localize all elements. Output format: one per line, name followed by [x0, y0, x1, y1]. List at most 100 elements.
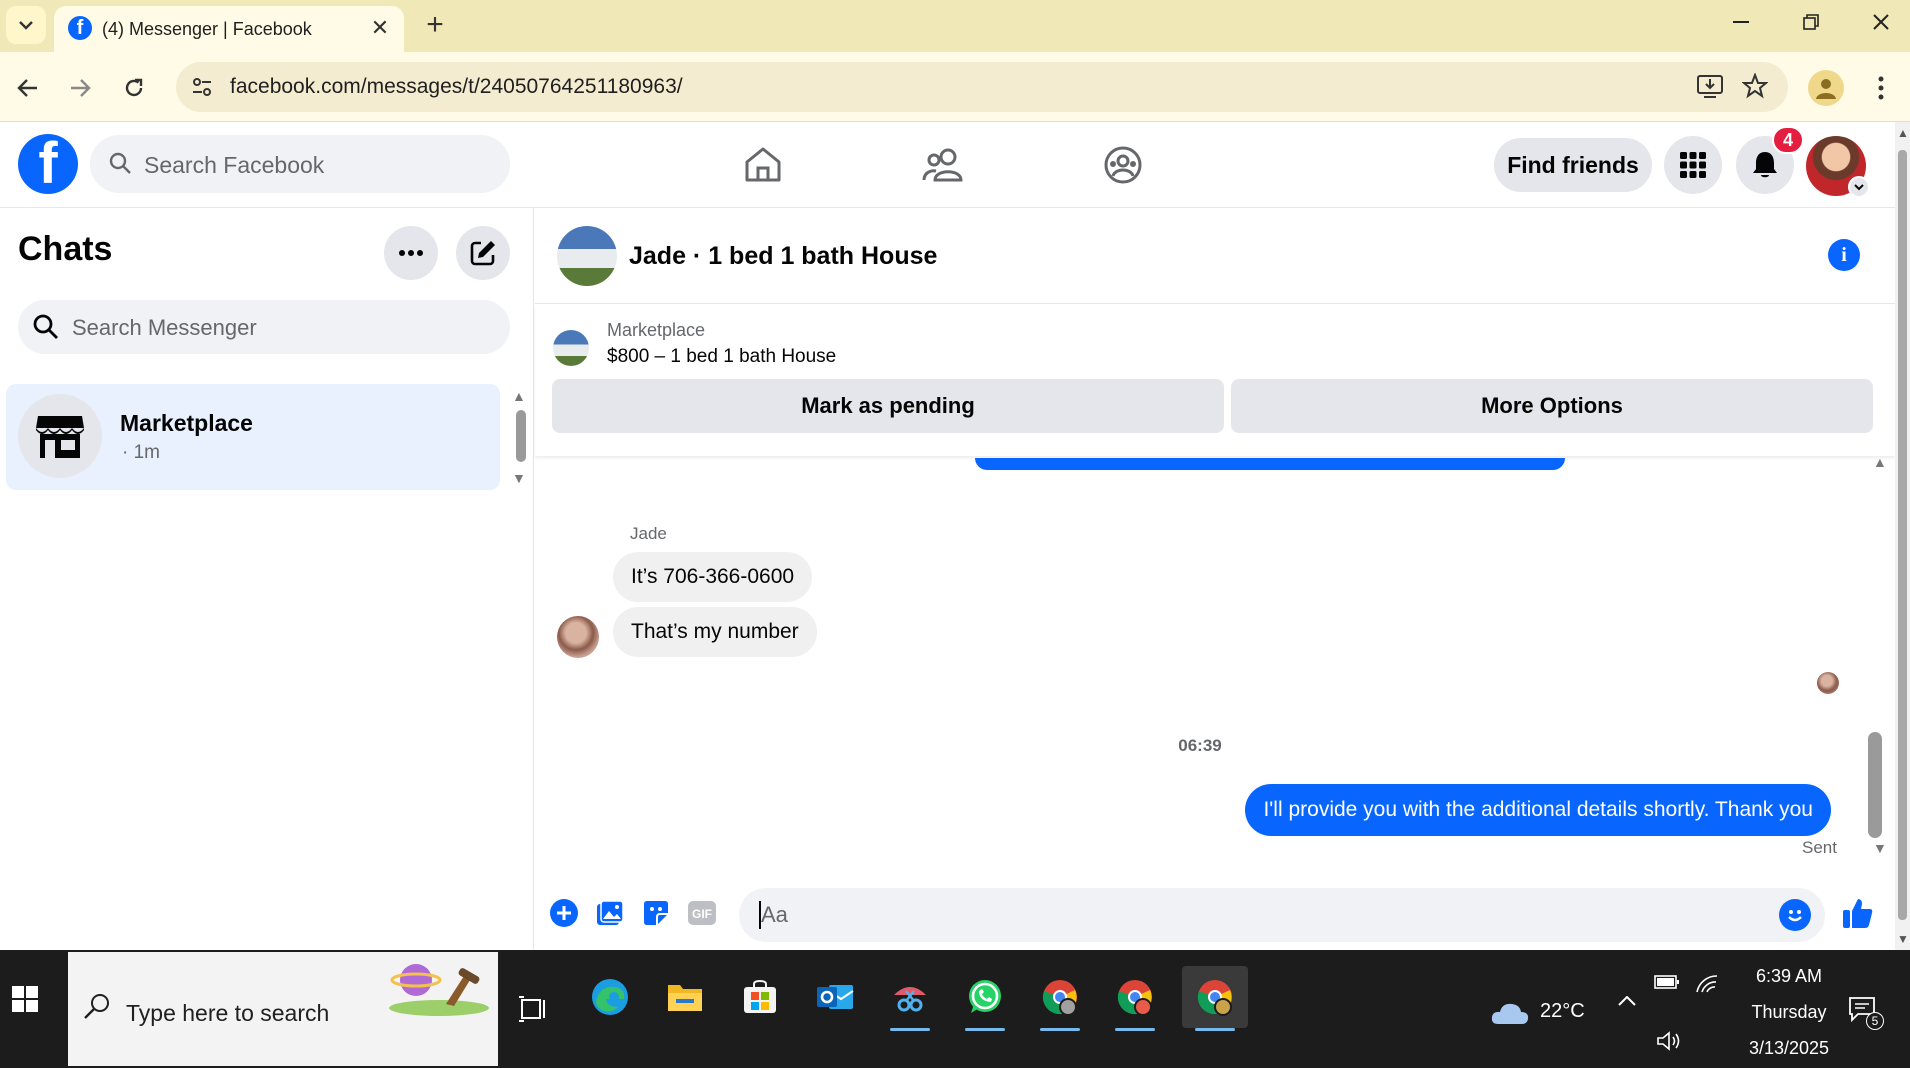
- search-icon: [108, 151, 132, 175]
- message-input[interactable]: Aa: [739, 888, 1825, 942]
- tab-search-button[interactable]: [6, 6, 46, 44]
- taskbar-search-box[interactable]: Type here to search: [68, 952, 498, 1066]
- windows-taskbar: Type here to search 22°C 6:39 AM Thursda…: [0, 950, 1910, 1068]
- clock-day[interactable]: Thursday: [1734, 1002, 1844, 1023]
- plus-circle-icon[interactable]: [547, 896, 581, 930]
- messenger-search-input[interactable]: Search Messenger: [18, 300, 510, 354]
- whatsapp-icon[interactable]: [957, 966, 1013, 1031]
- edge-browser-icon[interactable]: [582, 966, 638, 1028]
- messenger-search-placeholder: Search Messenger: [72, 315, 257, 340]
- chevron-down-icon[interactable]: [1848, 176, 1870, 198]
- outgoing-message[interactable]: I'll provide you with the additional det…: [1245, 784, 1831, 836]
- more-options-button[interactable]: [384, 226, 438, 280]
- scroll-down-arrow-icon[interactable]: ▼: [1873, 840, 1887, 856]
- scroll-down-arrow-icon[interactable]: ▼: [512, 470, 526, 486]
- browser-tab[interactable]: f (4) Messenger | Facebook ✕: [54, 6, 404, 52]
- snipping-tool-icon[interactable]: [882, 966, 938, 1031]
- clock-time[interactable]: 6:39 AM: [1744, 966, 1834, 987]
- restore-icon[interactable]: [1776, 0, 1846, 44]
- chat-list-item[interactable]: Marketplace · 1m: [6, 384, 500, 490]
- conversation-title[interactable]: Jade · 1 bed 1 bath House: [629, 242, 937, 271]
- menu-grid-button[interactable]: [1664, 136, 1722, 194]
- conversation-scrollbar-thumb[interactable]: [1868, 732, 1882, 838]
- facebook-search-input[interactable]: Search Facebook: [90, 135, 510, 193]
- close-window-icon[interactable]: [1846, 0, 1910, 44]
- info-icon[interactable]: i: [1828, 239, 1860, 271]
- facebook-favicon-icon: f: [68, 16, 92, 40]
- mark-as-pending-button[interactable]: Mark as pending: [552, 379, 1224, 433]
- address-bar[interactable]: facebook.com/messages/t/2405076425118096…: [176, 62, 1788, 112]
- forward-arrow-icon[interactable]: [60, 68, 100, 108]
- marketplace-listing-banner: Marketplace $800 – 1 bed 1 bath House Ma…: [535, 304, 1895, 456]
- chrome-profile-icon[interactable]: [1182, 966, 1248, 1031]
- outlook-icon[interactable]: [807, 966, 863, 1028]
- scroll-down-arrow-icon[interactable]: ▼: [1897, 932, 1909, 946]
- chat-name: Marketplace: [120, 410, 253, 436]
- emoji-icon[interactable]: [1779, 899, 1811, 931]
- cloud-weather-icon[interactable]: [1490, 1000, 1530, 1026]
- wifi-icon[interactable]: [1694, 972, 1720, 994]
- incoming-message[interactable]: It’s 706-366-0600: [613, 552, 813, 602]
- battery-icon[interactable]: [1654, 974, 1680, 990]
- groups-icon[interactable]: [1098, 140, 1148, 190]
- previous-message-bubble: [975, 458, 1565, 470]
- listing-more-options-button[interactable]: More Options: [1231, 379, 1873, 433]
- close-tab-icon[interactable]: ✕: [366, 14, 394, 42]
- task-view-icon[interactable]: [518, 996, 548, 1022]
- browser-tab-bar: f (4) Messenger | Facebook ✕ +: [0, 0, 1910, 52]
- read-receipt-avatar: [1817, 672, 1839, 694]
- marketplace-label: Marketplace: [607, 320, 706, 340]
- chats-sidebar: Chats Search Messenger Marketplace · 1m …: [0, 208, 534, 950]
- bell-icon: [1753, 152, 1777, 178]
- friends-icon[interactable]: [918, 140, 968, 190]
- browser-profile-icon[interactable]: [1808, 70, 1844, 106]
- home-icon[interactable]: [738, 140, 788, 190]
- tab-title: (4) Messenger | Facebook: [102, 19, 312, 39]
- facebook-logo-icon[interactable]: f: [18, 134, 78, 194]
- marketplace-avatar: [18, 394, 102, 478]
- storefront-icon: [36, 416, 84, 458]
- back-arrow-icon[interactable]: [8, 68, 48, 108]
- url-text[interactable]: facebook.com/messages/t/2405076425118096…: [230, 75, 683, 99]
- gif-icon[interactable]: GIF: [685, 896, 719, 930]
- facebook-header: f Search Facebook Find friends 4: [0, 122, 1895, 208]
- chrome-profile-icon[interactable]: [1107, 966, 1163, 1031]
- file-explorer-icon[interactable]: [657, 966, 713, 1028]
- sender-name: Jade: [630, 524, 667, 543]
- sidebar-scrollbar-thumb[interactable]: [516, 410, 526, 462]
- message-input-placeholder: Aa: [761, 902, 788, 927]
- notification-count-badge: 5: [1866, 1012, 1884, 1030]
- photo-icon[interactable]: [593, 896, 627, 930]
- scroll-up-arrow-icon[interactable]: ▲: [1873, 454, 1887, 470]
- conversation-avatar[interactable]: [557, 226, 617, 286]
- chrome-profile-icon[interactable]: [1032, 966, 1088, 1031]
- listing-title[interactable]: $800 – 1 bed 1 bath House: [607, 346, 836, 368]
- volume-icon[interactable]: [1656, 1030, 1682, 1052]
- microsoft-store-icon[interactable]: [732, 966, 788, 1028]
- scroll-up-arrow-icon[interactable]: ▲: [1897, 126, 1909, 140]
- weather-temperature[interactable]: 22°C: [1540, 1000, 1585, 1023]
- find-friends-button[interactable]: Find friends: [1494, 138, 1652, 192]
- incoming-message[interactable]: That’s my number: [613, 607, 817, 657]
- thumbs-up-icon[interactable]: [1841, 896, 1875, 930]
- listing-thumbnail[interactable]: [553, 330, 589, 366]
- bookmark-star-icon[interactable]: [1742, 73, 1768, 99]
- clock-date[interactable]: 3/13/2025: [1730, 1038, 1848, 1059]
- running-indicator: [890, 1028, 930, 1031]
- scroll-up-arrow-icon[interactable]: ▲: [512, 388, 526, 404]
- browser-menu-icon[interactable]: [1866, 70, 1896, 106]
- site-settings-icon[interactable]: [188, 73, 216, 101]
- minimize-icon[interactable]: [1706, 0, 1776, 44]
- install-app-icon[interactable]: [1696, 73, 1724, 99]
- new-tab-button[interactable]: +: [418, 8, 452, 42]
- search-icon: [82, 992, 112, 1022]
- sticker-icon[interactable]: [639, 896, 673, 930]
- reload-icon[interactable]: [114, 68, 154, 108]
- new-message-button[interactable]: [456, 226, 510, 280]
- message-composer: GIF Aa: [535, 876, 1895, 950]
- sender-avatar[interactable]: [557, 616, 599, 658]
- chat-last-activity: · 1m: [122, 442, 160, 463]
- chevron-up-icon[interactable]: [1618, 996, 1636, 1006]
- windows-start-icon[interactable]: [12, 986, 52, 1026]
- page-scrollbar-thumb[interactable]: [1898, 150, 1907, 920]
